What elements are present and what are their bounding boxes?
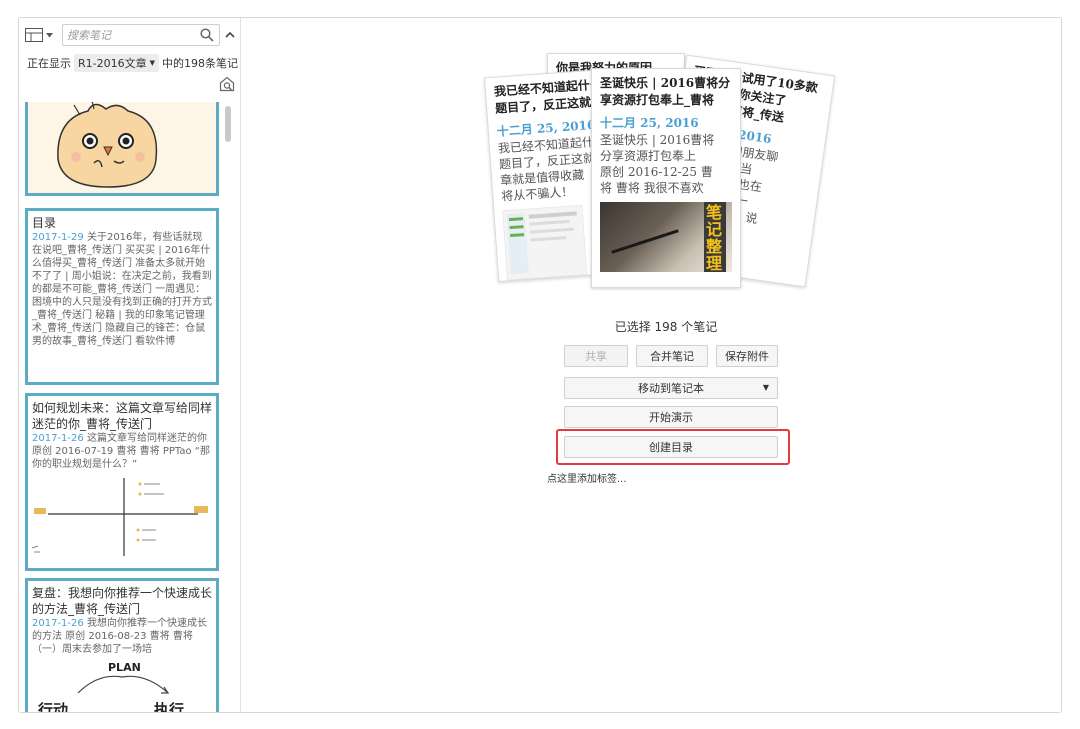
share-notes-icon[interactable] xyxy=(219,76,235,92)
note-snippet: 2017-1-26 这篇文章写给同样迷茫的你 原创 2016-07-19 曹将 … xyxy=(28,432,216,471)
scrollbar-thumb[interactable] xyxy=(225,106,231,142)
cartoon-bird-image xyxy=(28,102,216,193)
note-card[interactable]: 如何规划未来：这篇文章写给同样迷茫的你_曹将_传送门 2017-1-26 这篇文… xyxy=(25,393,219,571)
stacked-note-body: 将 曹将 我很不喜欢 xyxy=(600,181,704,195)
note-title: 复盘：我想向你推荐一个快速成长的方法_曹将_传送门 xyxy=(32,586,213,616)
list-view-icon xyxy=(25,28,43,42)
note-title: 目录 xyxy=(32,216,57,230)
share-button[interactable]: 共享 xyxy=(564,345,628,367)
note-card[interactable] xyxy=(25,102,219,196)
note-thumbnail xyxy=(28,474,216,558)
stacked-note-title: 享资源打包奉上_曹将 xyxy=(600,93,715,107)
screenshot-thumbnail-image xyxy=(502,204,588,281)
note-card[interactable]: 复盘：我想向你推荐一个快速成长的方法_曹将_传送门 2017-1-26 我想向你… xyxy=(25,578,219,713)
sketch-word-right: 执行 xyxy=(154,701,184,713)
note-snippet: 2017-1-29 关于2016年，有些话就现在说吧_曹将_传送门 买买买 | … xyxy=(28,231,216,348)
stacked-note-body: 分享资源打包奉上 xyxy=(600,149,697,163)
sketch-word-plan: PLAN xyxy=(108,661,141,674)
status-prefix: 正在显示 xyxy=(27,57,71,70)
save-attachments-button[interactable]: 保存附件 xyxy=(716,345,778,367)
search-input[interactable] xyxy=(67,27,193,43)
move-to-notebook-dropdown[interactable]: 移动到笔记本 ▼ xyxy=(564,377,778,399)
search-icon[interactable] xyxy=(200,28,214,42)
move-to-notebook-label: 移动到笔记本 xyxy=(638,382,704,395)
note-title: 如何规划未来：这篇文章写给同样迷茫的你_曹将_传送门 xyxy=(32,401,213,431)
search-box xyxy=(62,24,220,46)
selected-count-label: 已选择 198 个笔记 xyxy=(614,320,718,334)
career-chart-image xyxy=(31,478,208,556)
stacked-note-title: 圣诞快乐 | 2016曹将分 xyxy=(600,76,731,90)
note-thumbnail xyxy=(28,102,216,193)
start-presentation-button[interactable]: 开始演示 xyxy=(564,406,778,428)
create-toc-button[interactable]: 创建目录 xyxy=(564,436,778,458)
chevron-up-icon[interactable] xyxy=(223,27,237,43)
merge-notes-button[interactable]: 合并笔记 xyxy=(636,345,708,367)
notebook-selector[interactable]: R1-2016文章 ▼ xyxy=(74,54,159,72)
note-list[interactable]: 目录 2017-1-29 关于2016年，有些话就现在说吧_曹将_传送门 买买买… xyxy=(25,102,237,713)
stacked-note-body: 原创 2016-12-25 曹 xyxy=(600,165,713,179)
status-suffix: 中的198条笔记 xyxy=(162,57,238,70)
caret-down-icon: ▼ xyxy=(762,383,769,392)
status-line: 正在显示 R1-2016文章 ▼ 中的198条笔记 xyxy=(27,54,238,72)
note-card[interactable]: 目录 2017-1-29 关于2016年，有些话就现在说吧_曹将_传送门 买买买… xyxy=(25,208,219,385)
app-window: 正在显示 R1-2016文章 ▼ 中的198条笔记 xyxy=(18,17,1062,713)
note-date: 2017-1-26 xyxy=(32,433,84,444)
add-tag-link[interactable]: 点这里添加标签... xyxy=(547,470,627,485)
book-cover-title: 笔记整理术 xyxy=(706,203,723,272)
note-date: 2017-1-29 xyxy=(32,232,84,243)
plan-sketch-image: PLAN 行动 执行 xyxy=(37,661,184,713)
book-cover-image: 笔记整理术 xyxy=(600,202,732,272)
selected-notes-stack: 你是我努力的原因 买买买 | 试用了10多款 好意思，你关注了 个笨蛋_曹将_传… xyxy=(481,48,841,293)
note-list-sidebar: 正在显示 R1-2016文章 ▼ 中的198条笔记 xyxy=(19,18,241,712)
stacked-note-card: 圣诞快乐 | 2016曹将分 享资源打包奉上_曹将 十二月 25, 2016 圣… xyxy=(591,68,741,288)
stacked-note-body: 圣诞快乐 | 2016曹将 xyxy=(600,133,715,147)
notebook-name: R1-2016文章 xyxy=(78,57,147,70)
note-date: 2017-1-26 xyxy=(32,618,84,629)
caret-down-icon xyxy=(46,32,53,37)
search-bar xyxy=(25,24,237,46)
note-thumbnail: PLAN 行动 执行 xyxy=(28,659,216,713)
note-snippet: 2017-1-26 我想向你推荐一个快速成长的方法 原创 2016-08-23 … xyxy=(28,617,216,656)
note-snippet-text: 关于2016年，有些话就现在说吧_曹将_传送门 买买买 | 2016年什么值得买… xyxy=(32,232,212,347)
stacked-note-date: 十二月 25, 2016 xyxy=(600,116,699,130)
view-options-button[interactable] xyxy=(25,25,59,45)
multi-select-panel: 你是我努力的原因 买买买 | 试用了10多款 好意思，你关注了 个笨蛋_曹将_传… xyxy=(241,18,1061,712)
sketch-word-left: 行动 xyxy=(37,701,68,713)
caret-down-icon: ▼ xyxy=(149,59,155,67)
